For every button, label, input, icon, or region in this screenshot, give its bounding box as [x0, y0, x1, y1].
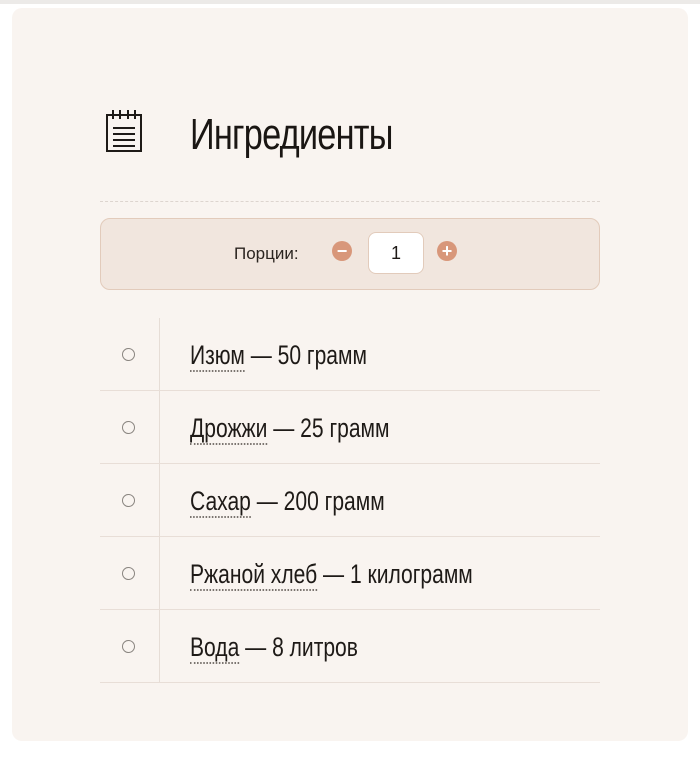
radio-circle-icon[interactable] — [122, 640, 135, 653]
ingredient-list: Изюм — 50 грамм Дрожжи — 25 грамм Сахар … — [100, 318, 600, 683]
radio-circle-icon[interactable] — [122, 348, 135, 361]
ingredient-name[interactable]: Сахар — [190, 486, 251, 518]
radio-circle-icon[interactable] — [122, 567, 135, 580]
minus-circle-icon[interactable]: − — [332, 241, 352, 261]
ingredient-amount: — 25 грамм — [273, 413, 390, 443]
ingredient-row: Вода — 8 литров — [100, 610, 600, 683]
notepad-icon — [106, 110, 142, 152]
ingredient-name[interactable]: Ржаной хлеб — [190, 559, 318, 591]
title-row: Ингредиенты — [104, 103, 604, 173]
ingredient-row: Изюм — 50 грамм — [100, 318, 600, 391]
ingredient-row: Дрожжи — 25 грамм — [100, 391, 600, 464]
ingredient-amount: — 50 грамм — [250, 340, 367, 370]
ingredient-name[interactable]: Изюм — [190, 340, 245, 372]
ingredient-name[interactable]: Дрожжи — [190, 413, 268, 445]
ingredient-row: Ржаной хлеб — 1 килограмм — [100, 537, 600, 610]
radio-circle-icon[interactable] — [122, 494, 135, 507]
ingredient-name[interactable]: Вода — [190, 632, 240, 664]
plus-circle-icon[interactable]: + — [437, 241, 457, 261]
servings-label: Порции: — [234, 244, 299, 263]
divider — [100, 201, 600, 202]
ingredient-amount: — 8 литров — [245, 632, 358, 662]
ingredient-amount: — 1 килограмм — [323, 559, 473, 589]
ingredient-amount: — 200 грамм — [256, 486, 385, 516]
servings-input[interactable] — [368, 232, 424, 274]
servings-panel: Порции: − + — [100, 218, 600, 290]
ingredient-row: Сахар — 200 грамм — [100, 464, 600, 537]
page-title: Ингредиенты — [190, 110, 393, 159]
ingredients-card: Ингредиенты Порции: − + Изюм — 50 грамм … — [12, 8, 688, 741]
top-border — [0, 0, 700, 4]
radio-circle-icon[interactable] — [122, 421, 135, 434]
